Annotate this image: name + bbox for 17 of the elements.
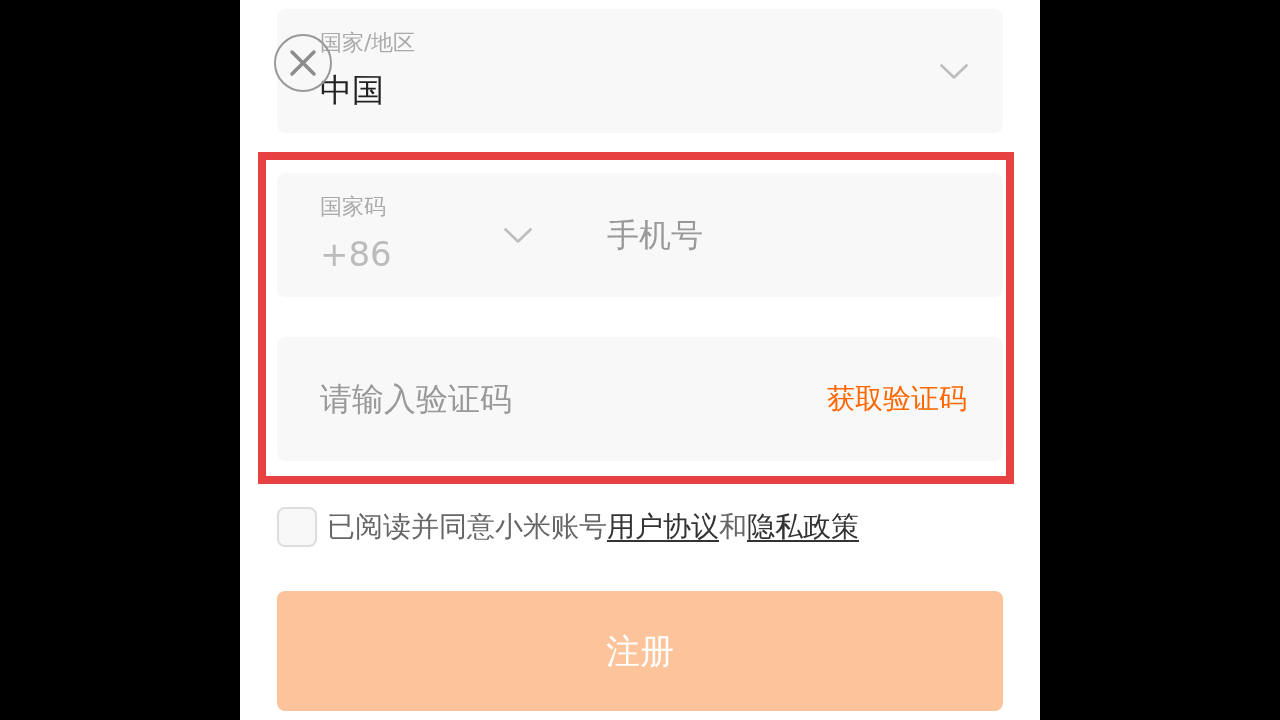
code-field[interactable]: 请输入验证码 获取验证码 bbox=[277, 337, 1003, 461]
country-code-value: +86 bbox=[320, 234, 392, 274]
phone-field[interactable]: 国家码 +86 手机号 bbox=[277, 173, 1003, 297]
agreement-link[interactable]: 用户协议 bbox=[607, 510, 719, 543]
country-code-select[interactable]: 国家码 +86 bbox=[320, 173, 532, 297]
verification-code-input[interactable]: 请输入验证码 bbox=[320, 337, 827, 461]
region-select[interactable]: 国家/地区 中国 bbox=[277, 9, 1003, 133]
agreement-checkbox[interactable] bbox=[277, 507, 317, 547]
phone-input[interactable]: 手机号 bbox=[607, 173, 968, 297]
get-code-button[interactable]: 获取验证码 bbox=[827, 381, 967, 417]
field-label: 国家/地区 bbox=[320, 29, 416, 57]
region-value: 中国 bbox=[320, 70, 384, 110]
chevron-down-icon bbox=[940, 63, 968, 79]
agreement-link[interactable]: 隐私政策 bbox=[747, 510, 859, 543]
agreement-text: 已阅读并同意小米账号用户协议和隐私政策 bbox=[327, 509, 859, 545]
field-label: 国家码 bbox=[320, 193, 386, 221]
chevron-down-icon bbox=[504, 227, 532, 243]
